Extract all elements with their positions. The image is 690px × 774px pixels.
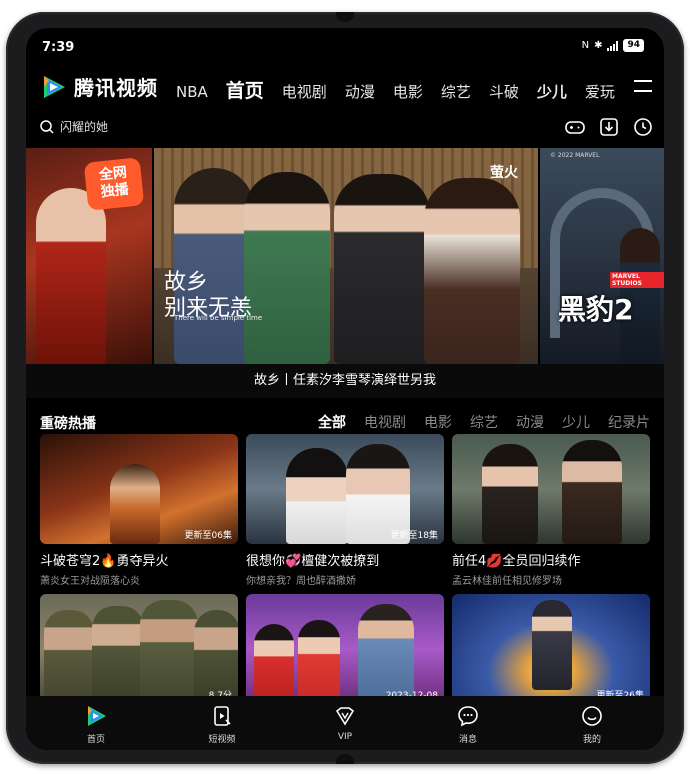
- nav-item-aiwan[interactable]: 爱玩: [585, 81, 615, 102]
- filter-documentary[interactable]: 纪录片: [608, 412, 650, 432]
- signal-icon: [607, 40, 619, 51]
- section-filters: 全部 电视剧 电影 综艺 动漫 少儿 纪录片: [318, 412, 650, 432]
- tab-short-video[interactable]: 短视频: [182, 704, 262, 745]
- filter-tv[interactable]: 电视剧: [364, 412, 406, 432]
- history-clock-icon[interactable]: [632, 116, 654, 138]
- video-title: 很想你💞檀健次被撩到: [246, 554, 380, 569]
- nav-item-kids[interactable]: 少儿: [537, 81, 567, 102]
- status-time: 7:39: [42, 40, 75, 55]
- video-card[interactable]: 更新至26集: [452, 594, 650, 704]
- video-card[interactable]: 更新至06集 斗破苍穹2🔥勇夺异火 萧炎女王对战陨落心炎: [40, 434, 238, 587]
- section-title: 重磅热播: [40, 416, 96, 432]
- tab-messages[interactable]: 消息: [428, 704, 508, 745]
- banner-carousel[interactable]: 全网 独播 故乡 别来无恙 There will be simple time 萤…: [26, 148, 664, 364]
- filter-movie[interactable]: 电影: [424, 412, 452, 432]
- video-title: 前任4💋全员回归续作: [452, 554, 581, 569]
- video-card[interactable]: 更新至18集 很想你💞檀健次被撩到 你想亲我？周也醉酒撒娇: [246, 434, 444, 587]
- video-card[interactable]: 前任4💋全员回归续作 孟云林佳前任相见修罗场: [452, 434, 650, 587]
- banner-caption: 故乡丨任素汐李雪琴演绎世另我: [26, 364, 664, 398]
- video-thumbnail: 更新至26集: [452, 594, 650, 704]
- video-title: 斗破苍穹2🔥勇夺异火: [40, 554, 169, 569]
- tab-label: 消息: [458, 735, 477, 745]
- nav-item-home[interactable]: 首页: [226, 76, 264, 103]
- video-subtitle: 你想亲我？周也醉酒撒娇: [246, 576, 356, 587]
- tab-label: 我的: [582, 735, 601, 745]
- tab-label: 短视频: [208, 735, 236, 745]
- video-thumbnail: 2023-12-08: [246, 594, 444, 704]
- video-thumbnail: 更新至06集: [40, 434, 238, 544]
- filter-kids[interactable]: 少儿: [562, 412, 590, 432]
- nav-item-movie[interactable]: 电影: [393, 81, 423, 102]
- vip-diamond-icon: [335, 707, 355, 726]
- video-card[interactable]: 8.7分: [40, 594, 238, 704]
- episode-badge: 更新至06集: [184, 531, 232, 541]
- hot-section-header: 重磅热播 全部 电视剧 电影 综艺 动漫 少儿 纪录片: [26, 410, 664, 432]
- filter-variety[interactable]: 综艺: [470, 412, 498, 432]
- banner-main-subtitle: There will be simple time: [174, 314, 263, 322]
- tab-label: 首页: [86, 735, 105, 745]
- hinge-bottom: [336, 754, 354, 764]
- tab-profile[interactable]: 我的: [552, 704, 632, 745]
- app-logo[interactable]: 腾讯视频: [40, 72, 158, 101]
- video-thumbnail: 更新至18集: [246, 434, 444, 544]
- banner-slide-main[interactable]: 故乡 别来无恙 There will be simple time 萤火: [154, 148, 538, 364]
- bluetooth-icon: ✱: [594, 40, 603, 51]
- video-thumbnail: [452, 434, 650, 544]
- nav-item-tv[interactable]: 电视剧: [282, 81, 327, 102]
- banner-brand: 萤火: [490, 165, 518, 181]
- app-name: 腾讯视频: [74, 76, 158, 100]
- filter-anime[interactable]: 动漫: [516, 412, 544, 432]
- screen: 7:39 N ✱ 94 腾讯视频 NBA 首页 电视剧 动漫 电影 综艺 斗破 …: [26, 28, 664, 750]
- status-icons: N ✱ 94: [582, 39, 644, 52]
- smiley-profile-icon: [582, 706, 602, 726]
- nav-item-anime[interactable]: 动漫: [345, 81, 375, 102]
- video-subtitle: 萧炎女王对战陨落心炎: [40, 576, 140, 587]
- banner-right-copyright: © 2022 MARVEL: [550, 152, 600, 159]
- banner-right-title: 黑豹2: [558, 293, 634, 326]
- banner-slide-left[interactable]: 全网 独播: [26, 148, 152, 364]
- search-placeholder: 闪耀的她: [60, 120, 109, 134]
- filter-all[interactable]: 全部: [318, 412, 346, 432]
- episode-badge: 更新至18集: [390, 531, 438, 541]
- nfc-icon: N: [581, 40, 590, 51]
- nav-item-doupo[interactable]: 斗破: [489, 81, 519, 102]
- video-card[interactable]: 2023-12-08: [246, 594, 444, 704]
- exclusive-badge: 全网 独播: [83, 157, 145, 211]
- search-bar[interactable]: 闪耀的她: [40, 118, 108, 135]
- tab-home[interactable]: 首页: [56, 704, 136, 745]
- home-logo-icon: [88, 706, 106, 726]
- video-subtitle: 孟云林佳前任相见修罗场: [452, 576, 562, 587]
- tencent-video-logo-icon: [44, 75, 65, 98]
- short-video-icon: [214, 706, 231, 726]
- nav-item-variety[interactable]: 综艺: [441, 81, 471, 102]
- bottom-tab-bar: 首页 短视频 VIP 消息 我的: [26, 696, 664, 750]
- nav-item-nba[interactable]: NBA: [176, 83, 208, 101]
- top-nav: NBA 首页 电视剧 动漫 电影 综艺 斗破 少儿 爱玩: [176, 76, 615, 103]
- header-tools: [564, 116, 654, 138]
- top-header: 腾讯视频 NBA 首页 电视剧 动漫 电影 综艺 斗破 少儿 爱玩: [26, 68, 664, 108]
- gamepad-icon[interactable]: [564, 116, 586, 138]
- status-bar: 7:39 N ✱ 94: [26, 28, 664, 64]
- download-icon[interactable]: [598, 116, 620, 138]
- tab-label: VIP: [337, 732, 353, 742]
- tab-vip[interactable]: VIP: [305, 704, 385, 742]
- banner-right-marvel: MARVEL STUDIOS: [610, 272, 664, 288]
- battery-icon: 94: [623, 39, 644, 52]
- menu-icon[interactable]: [634, 80, 652, 94]
- search-icon: [40, 119, 54, 134]
- video-thumbnail: 8.7分: [40, 594, 238, 704]
- banner-slide-right[interactable]: © 2022 MARVEL MARVEL STUDIOS 黑豹2: [540, 148, 664, 364]
- message-bubble-icon: [458, 706, 478, 727]
- search-row: 闪耀的她: [26, 116, 664, 142]
